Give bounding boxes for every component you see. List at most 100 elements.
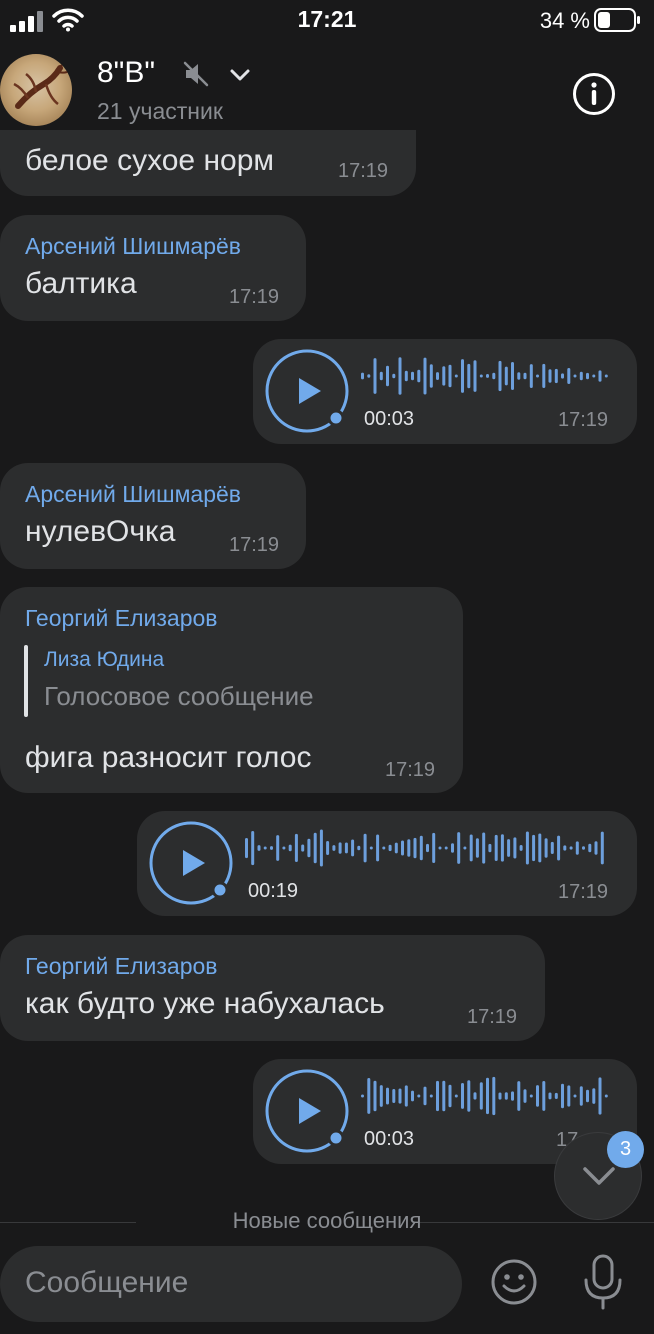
waveform-bar xyxy=(473,360,477,392)
waveform-bar xyxy=(429,364,433,388)
waveform-bar xyxy=(367,374,371,378)
reply-author[interactable]: Лиза Юдина xyxy=(44,648,164,672)
waveform-bar xyxy=(579,1086,583,1106)
waveform-bar xyxy=(588,843,592,853)
waveform-bar xyxy=(386,1087,389,1105)
waveform-bar xyxy=(467,363,471,389)
play-icon[interactable] xyxy=(149,821,233,905)
waveform-bar xyxy=(517,1081,521,1111)
message-bubble[interactable]: Георгий Елизаров как будто уже набухалас… xyxy=(0,935,545,1041)
waveform-bar xyxy=(592,1088,596,1104)
waveform-bar xyxy=(523,372,527,380)
waveform-bar xyxy=(469,834,473,862)
waveform-bar xyxy=(426,843,429,853)
waveform-bar xyxy=(525,831,529,865)
waveform-bar xyxy=(338,842,342,854)
chevron-down-icon[interactable] xyxy=(226,64,254,86)
waveform-bar xyxy=(461,359,464,393)
chat-members-count: 21 участник xyxy=(97,98,223,124)
message-bubble[interactable]: Арсений Шишмарёв балтика 17:19 xyxy=(0,215,306,321)
waveform-bar xyxy=(376,834,380,862)
voice-waveform[interactable] xyxy=(361,1073,611,1119)
waveform-bar xyxy=(479,374,483,378)
waveform-bar xyxy=(357,845,361,851)
waveform-bar xyxy=(536,1085,539,1107)
waveform-bar xyxy=(586,372,589,380)
waveform-bar xyxy=(604,1094,608,1098)
reply-text[interactable]: Голосовое сообщение xyxy=(44,681,314,712)
waveform-bar xyxy=(582,846,585,850)
message-bubble[interactable]: белое сухое норм 17:19 xyxy=(0,130,416,196)
message-time: 17:19 xyxy=(467,1006,518,1028)
waveform-bar xyxy=(548,1092,552,1100)
waveform-bar xyxy=(544,838,548,858)
waveform-bar xyxy=(398,357,402,395)
waveform-bar xyxy=(554,368,558,384)
voice-waveform[interactable] xyxy=(361,353,611,399)
waveform-bar xyxy=(563,845,567,851)
waveform-bar xyxy=(492,372,496,380)
waveform-bar xyxy=(467,1080,471,1112)
chat-title[interactable]: 8"В" xyxy=(97,56,155,90)
waveform-bar xyxy=(301,844,305,852)
waveform-bar xyxy=(294,833,298,862)
play-icon[interactable] xyxy=(265,349,349,433)
waveform-bar xyxy=(382,846,386,850)
waveform-bar xyxy=(432,832,436,863)
mic-icon[interactable] xyxy=(582,1254,624,1310)
sender-name[interactable]: Арсений Шишмарёв xyxy=(25,233,241,260)
message-input-placeholder: Сообщение xyxy=(25,1266,189,1299)
waveform-bar xyxy=(361,372,364,380)
message-text: белое сухое норм xyxy=(25,144,275,177)
status-bar: 17:21 34 % xyxy=(0,0,654,42)
message-time: 17:19 xyxy=(229,286,280,308)
sender-name[interactable]: Арсений Шишмарёв xyxy=(25,481,241,508)
waveform-bar xyxy=(436,372,439,380)
message-input[interactable]: Сообщение xyxy=(0,1246,462,1322)
info-icon[interactable] xyxy=(572,72,616,116)
message-text: балтика xyxy=(25,267,137,300)
waveform-bar xyxy=(326,841,330,855)
waveform-bar xyxy=(532,834,536,862)
waveform-bar xyxy=(479,1082,483,1110)
waveform-bar xyxy=(542,363,546,388)
waveform-bar xyxy=(461,1083,464,1109)
waveform-bar xyxy=(507,839,511,857)
waveform-bar xyxy=(448,1084,452,1108)
voice-message[interactable]: 00:03 17:19 xyxy=(253,339,637,444)
waveform-bar xyxy=(367,1078,371,1114)
message-text: нулевОчка xyxy=(25,515,176,548)
waveform-bar xyxy=(394,842,398,854)
waveform-bar xyxy=(251,831,255,866)
waveform-bar xyxy=(404,1085,408,1107)
waveform-bar xyxy=(517,372,521,380)
unread-badge: 3 xyxy=(607,1131,644,1168)
waveform-bar xyxy=(567,368,571,384)
waveform-bar xyxy=(598,370,602,382)
avatar[interactable] xyxy=(0,54,72,126)
waveform-bar xyxy=(492,1076,496,1116)
waveform-bar xyxy=(488,843,492,853)
waveform-bar xyxy=(482,832,486,864)
waveform-bar xyxy=(557,835,561,861)
waveform-bar xyxy=(500,834,504,862)
waveform-bar xyxy=(594,841,598,855)
voice-waveform[interactable] xyxy=(245,825,607,871)
waveform-bar xyxy=(513,837,517,859)
sender-name[interactable]: Георгий Елизаров xyxy=(25,953,218,980)
waveform-bar xyxy=(411,371,414,381)
message-time: 17:19 xyxy=(229,534,280,556)
sender-name[interactable]: Георгий Елизаров xyxy=(25,605,218,632)
reply-quote-bar xyxy=(24,645,28,717)
waveform-bar xyxy=(498,1092,502,1100)
message-bubble[interactable]: Георгий Елизаров Лиза Юдина Голосовое со… xyxy=(0,587,463,793)
play-icon[interactable] xyxy=(265,1069,349,1153)
message-bubble[interactable]: Арсений Шишмарёв нулевОчка 17:19 xyxy=(0,463,306,569)
emoji-icon[interactable] xyxy=(490,1258,538,1306)
waveform-bar xyxy=(548,369,552,383)
voice-message[interactable]: 00:19 17:19 xyxy=(137,811,637,916)
waveform-bar xyxy=(429,1094,433,1098)
waveform-bar xyxy=(363,833,367,863)
waveform-bar xyxy=(494,834,498,861)
waveform-bar xyxy=(438,846,442,850)
